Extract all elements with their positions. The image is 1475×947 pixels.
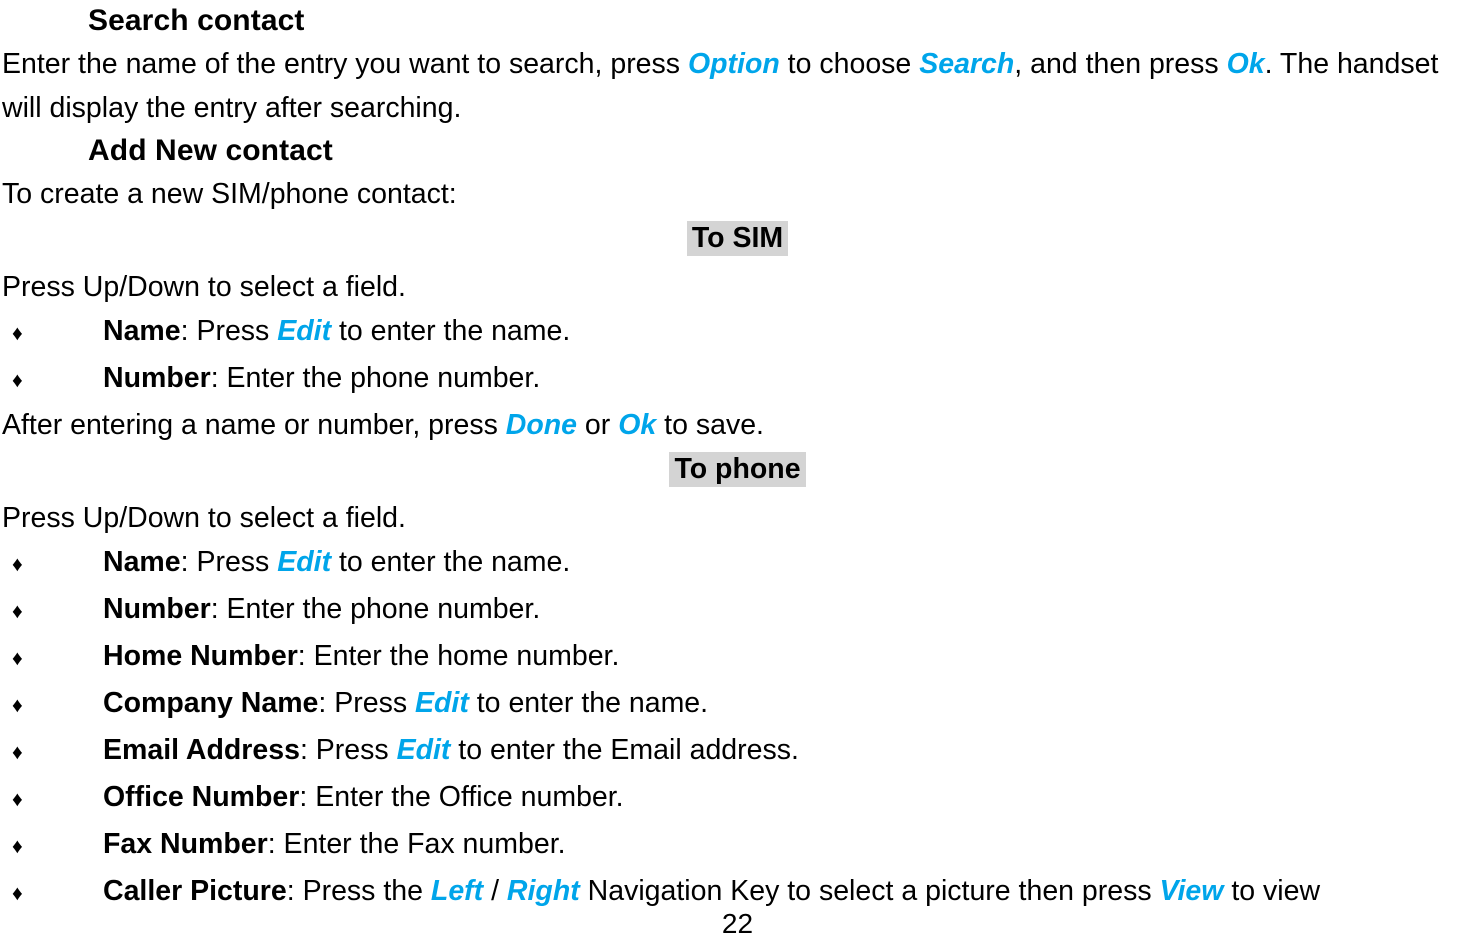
diamond-bullet-icon: ♦ <box>12 694 23 717</box>
text-segment: : Press <box>318 687 416 719</box>
text-segment: Enter the name of the entry you want to … <box>2 48 688 80</box>
paragraph-phone-instruction: Press Up/Down to select a field. <box>2 502 406 534</box>
paragraph-sim-instruction: Press Up/Down to select a field. <box>2 271 406 303</box>
field-term: Number <box>103 593 211 625</box>
subsection-label-to-sim-wrapper: To SIM <box>0 216 1475 265</box>
field-term: Home Number <box>103 640 298 672</box>
keyword-ok: Ok <box>1226 48 1265 80</box>
page-number: 22 <box>721 908 754 939</box>
list-item-text: Company Name: Press Edit to enter the na… <box>103 681 708 725</box>
text-segment: : Press <box>180 315 278 347</box>
field-term: Caller Picture <box>103 875 287 907</box>
document-page: Search contact Enter the name of the ent… <box>0 0 1475 947</box>
paragraph-search-contact-intro: Enter the name of the entry you want to … <box>0 42 1475 130</box>
text-segment: : Enter the Office number. <box>299 781 624 813</box>
text-segment: : Press <box>180 546 278 578</box>
list-item: ♦ Email Address: Press Edit to enter the… <box>0 728 1475 775</box>
list-item-text: Number: Enter the phone number. <box>103 356 540 400</box>
field-term: Email Address <box>103 734 300 766</box>
subsection-label-to-phone-wrapper: To phone <box>0 447 1475 496</box>
subsection-label-to-phone: To phone <box>669 452 806 487</box>
list-item-text: Home Number: Enter the home number. <box>103 634 619 678</box>
text-segment: Navigation Key to select a picture then … <box>579 875 1160 907</box>
keyword-right: Right <box>506 875 580 907</box>
text-segment: : Enter the phone number. <box>210 362 541 394</box>
paragraph-add-new-contact-intro: To create a new SIM/phone contact: <box>2 178 457 210</box>
list-item-text: Office Number: Enter the Office number. <box>103 775 624 819</box>
text-segment: : Enter the Fax number. <box>267 828 566 860</box>
list-item-text: Fax Number: Enter the Fax number. <box>103 822 566 866</box>
text-segment: : Enter the phone number. <box>210 593 541 625</box>
diamond-bullet-icon: ♦ <box>12 553 23 576</box>
list-item-text: Name: Press Edit to enter the name. <box>103 540 570 584</box>
field-term: Office Number <box>103 781 300 813</box>
keyword-left: Left <box>430 875 484 907</box>
diamond-bullet-icon: ♦ <box>12 600 23 623</box>
keyword-edit: Edit <box>277 315 332 347</box>
keyword-view: View <box>1159 875 1224 907</box>
list-item: ♦ Office Number: Enter the Office number… <box>0 775 1475 822</box>
text-segment: to enter the name. <box>331 315 571 347</box>
keyword-option: Option <box>687 48 780 80</box>
keyword-edit: Edit <box>277 546 332 578</box>
heading-search-contact: Search contact <box>88 4 305 37</box>
heading-add-new-contact: Add New contact <box>88 134 333 167</box>
list-item: ♦ Name: Press Edit to enter the name. <box>0 309 1475 356</box>
field-term: Name <box>103 546 181 578</box>
text-separator: / <box>483 875 507 907</box>
text-segment: to view <box>1223 875 1321 907</box>
text-segment: : Press <box>299 734 397 766</box>
list-item: ♦ Company Name: Press Edit to enter the … <box>0 681 1475 728</box>
field-term: Name <box>103 315 181 347</box>
subsection-label-to-sim: To SIM <box>686 221 789 256</box>
text-segment: : Press the <box>286 875 431 907</box>
text-segment: , and then press <box>1014 48 1227 80</box>
text-segment: to enter the Email address. <box>450 734 799 766</box>
text-segment: After entering a name or number, press <box>2 409 506 441</box>
text-segment: or <box>577 409 619 441</box>
diamond-bullet-icon: ♦ <box>12 835 23 858</box>
paragraph-sim-save-note: After entering a name or number, press D… <box>0 403 1475 447</box>
field-term: Number <box>103 362 211 394</box>
keyword-ok: Ok <box>618 409 657 441</box>
diamond-bullet-icon: ♦ <box>12 741 23 764</box>
list-item: ♦ Number: Enter the phone number. <box>0 587 1475 634</box>
field-term: Company Name <box>103 687 319 719</box>
keyword-done: Done <box>505 409 578 441</box>
field-term: Fax Number <box>103 828 268 860</box>
list-item-text: Email Address: Press Edit to enter the E… <box>103 728 799 772</box>
diamond-bullet-icon: ♦ <box>12 322 23 345</box>
text-segment: : Enter the home number. <box>297 640 620 672</box>
list-item-text: Number: Enter the phone number. <box>103 587 540 631</box>
text-segment: to choose <box>779 48 920 80</box>
keyword-edit: Edit <box>396 734 451 766</box>
list-item: ♦ Fax Number: Enter the Fax number. <box>0 822 1475 869</box>
list-item: ♦ Number: Enter the phone number. <box>0 356 1475 403</box>
diamond-bullet-icon: ♦ <box>12 369 23 392</box>
list-item-text: Name: Press Edit to enter the name. <box>103 309 570 353</box>
diamond-bullet-icon: ♦ <box>12 788 23 811</box>
text-segment: to save. <box>656 409 764 441</box>
diamond-bullet-icon: ♦ <box>12 647 23 670</box>
keyword-edit: Edit <box>415 687 469 719</box>
keyword-search: Search <box>919 48 1015 80</box>
text-segment: to enter the name. <box>468 687 709 719</box>
text-segment: to enter the name. <box>331 546 571 578</box>
list-item: ♦ Home Number: Enter the home number. <box>0 634 1475 681</box>
document-body: Search contact Enter the name of the ent… <box>0 0 1475 916</box>
list-item: ♦ Name: Press Edit to enter the name. <box>0 540 1475 587</box>
